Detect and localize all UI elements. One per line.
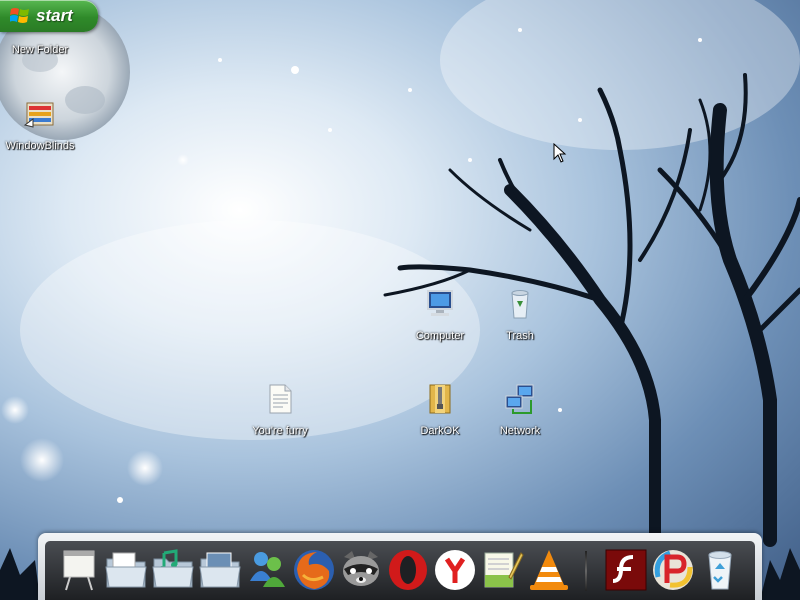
desktop-icon-trash[interactable]: Trash — [477, 287, 563, 343]
flash-icon[interactable] — [603, 547, 649, 593]
desktop-icon-computer[interactable]: Computer — [397, 287, 483, 343]
vlc-icon[interactable] — [526, 547, 572, 593]
windows-flag-icon — [10, 8, 29, 23]
desktop-icon-label: Network — [499, 425, 541, 437]
firefox-icon[interactable] — [291, 547, 337, 593]
desktop-icon-label: Trash — [506, 330, 534, 342]
documents-folder-icon[interactable] — [103, 547, 149, 593]
desktop-icon-windowblinds[interactable]: WindowBlinds — [0, 97, 83, 153]
notepad-icon[interactable] — [479, 547, 525, 593]
windowblinds-icon — [23, 102, 54, 128]
desktop-icon-label: You're furry — [252, 425, 308, 437]
text-document-icon — [269, 384, 292, 414]
network-icon — [505, 384, 534, 414]
mouse-cursor-icon — [553, 143, 567, 163]
desktop-icon-network[interactable]: Network — [477, 382, 563, 438]
desktop-icon-label: Computer — [415, 330, 465, 342]
desktop-icon-new-folder[interactable]: New Folder — [0, 28, 83, 57]
dock — [38, 533, 762, 600]
computer-icon — [427, 290, 453, 316]
messenger-icon[interactable] — [244, 547, 290, 593]
pictures-folder-icon[interactable] — [197, 547, 243, 593]
desktop-icon-label: DarkOK — [420, 425, 460, 437]
paint-p-icon[interactable] — [650, 547, 696, 593]
raccoon-icon[interactable] — [338, 547, 384, 593]
desktop-icon-youre-furry[interactable]: You're furry — [237, 382, 323, 438]
opera-icon[interactable] — [385, 547, 431, 593]
start-label: start — [36, 6, 73, 25]
desktop-icon-label: WindowBlinds — [5, 140, 75, 152]
recycle-bin-icon[interactable] — [697, 547, 743, 593]
dock-tray — [45, 541, 755, 600]
desktop-icon-label: New Folder — [11, 44, 69, 56]
zip-folder-icon — [429, 384, 451, 414]
music-folder-icon[interactable] — [150, 547, 196, 593]
desktop-icon-darkok[interactable]: DarkOK — [397, 382, 483, 438]
yandex-icon[interactable] — [432, 547, 478, 593]
dock-separator — [585, 551, 587, 591]
presentation-board-icon[interactable] — [56, 547, 102, 593]
trash-icon — [511, 290, 529, 319]
